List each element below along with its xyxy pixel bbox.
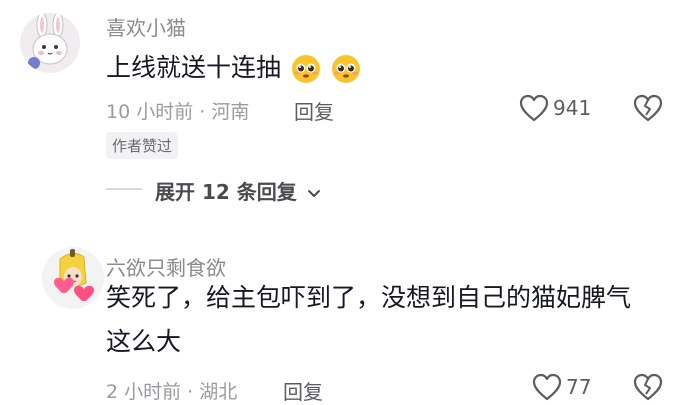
reply-button[interactable]: 回复 [294, 96, 334, 125]
broken-heart-icon [633, 373, 663, 401]
expand-replies-button[interactable]: 展开 12 条回复 [155, 176, 321, 205]
comment-text-body: 上线就送十连抽 [106, 53, 282, 82]
like-count: 941 [553, 96, 592, 120]
heart-icon [519, 94, 549, 122]
pleading-face-emoji-icon [331, 55, 360, 83]
dislike-button[interactable] [633, 94, 663, 126]
like-button[interactable] [519, 94, 549, 126]
like-button[interactable] [532, 373, 562, 405]
heart-icon [532, 373, 562, 401]
author-liked-badge: 作者赞过 [106, 132, 179, 159]
comment-time-location: 10 小时前 · 河南 [106, 101, 250, 123]
comment-text-line: 笑死了，给主包吓到了，没想到自己的猫妃脾气 [106, 283, 632, 312]
avatar[interactable] [20, 13, 80, 73]
comment-time-location: 2 小时前 · 湖北 [106, 381, 238, 403]
comment-username[interactable]: 喜欢小猫 [106, 12, 186, 41]
reply-button[interactable]: 回复 [283, 376, 323, 405]
like-count: 77 [566, 375, 592, 399]
broken-heart-icon [633, 94, 663, 122]
avatar[interactable] [40, 247, 106, 309]
comment-text: 上线就送十连抽 [106, 46, 361, 90]
expand-divider [106, 188, 142, 190]
comment-text-line: 这么大 [106, 327, 182, 356]
expand-replies-label: 展开 12 条回复 [155, 180, 297, 204]
comment-text: 笑死了，给主包吓到了，没想到自己的猫妃脾气 这么大 [106, 276, 631, 364]
banana-avatar-icon [42, 247, 104, 309]
bunny-avatar-icon [20, 13, 80, 73]
pleading-face-emoji-icon [291, 55, 320, 83]
chevron-down-icon [307, 189, 320, 197]
dislike-button[interactable] [633, 373, 663, 405]
